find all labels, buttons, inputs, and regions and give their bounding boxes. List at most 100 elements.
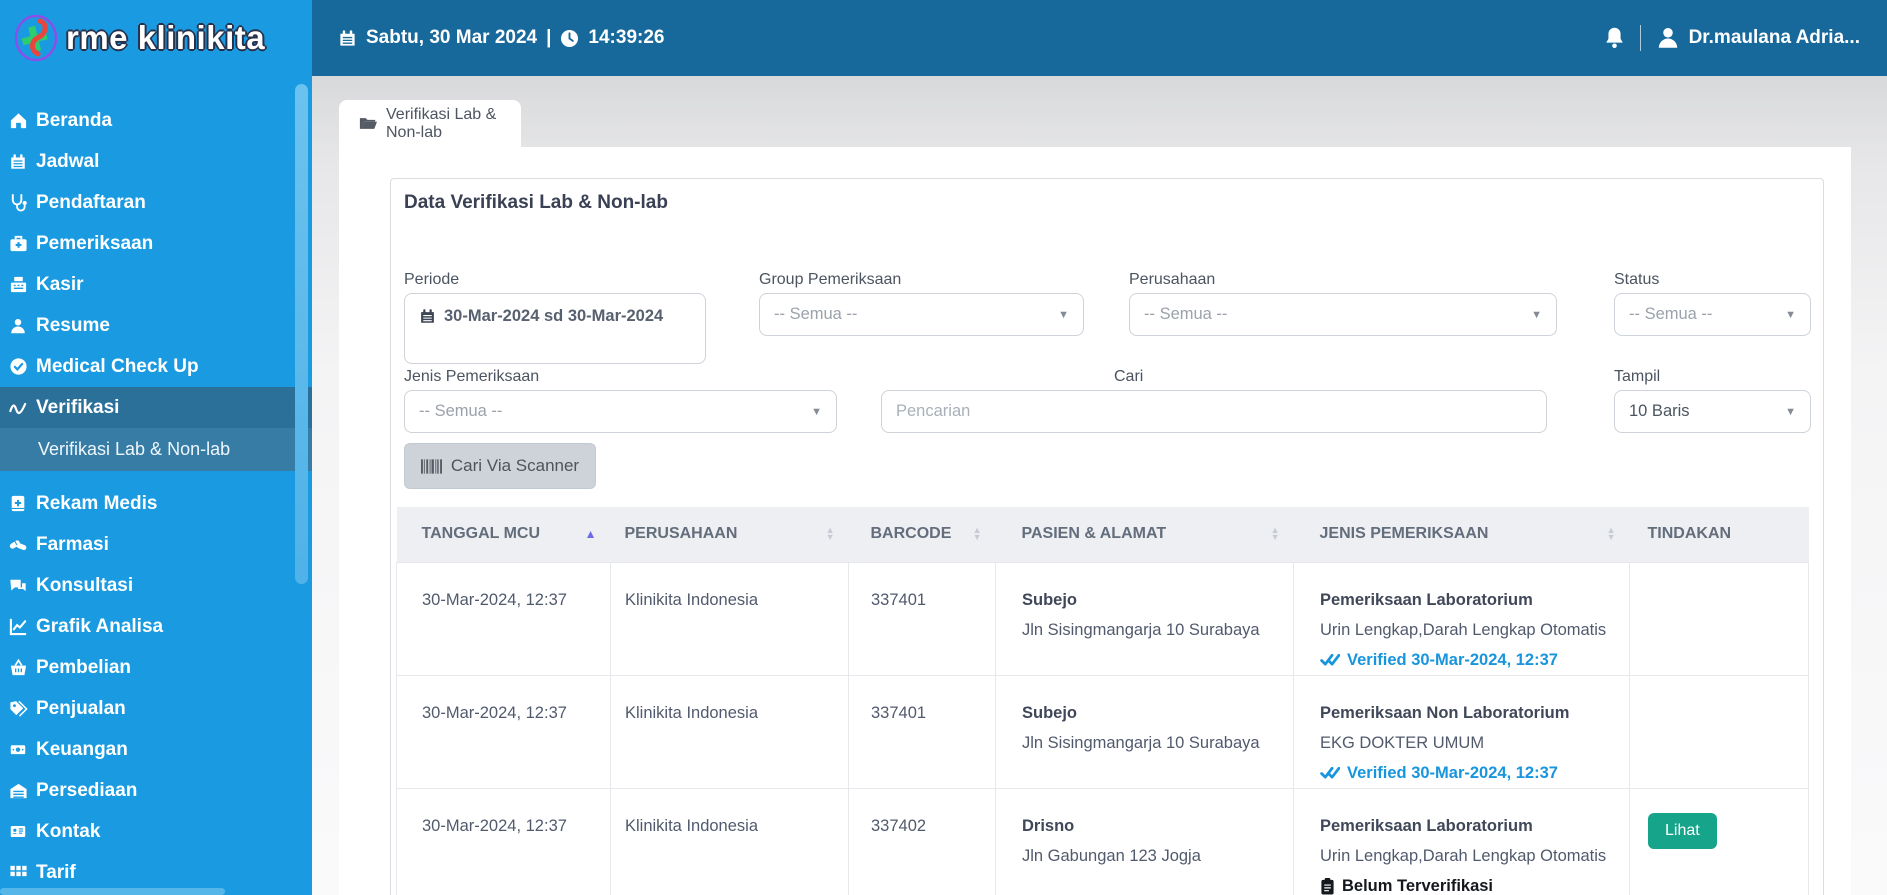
clock-icon: [560, 29, 579, 48]
sidebar-item-keuangan[interactable]: Keuangan: [0, 729, 312, 770]
sidebar-item-verifikasi[interactable]: Verifikasi: [0, 387, 312, 428]
cell-tindakan: Lihat: [1629, 788, 1809, 895]
perusahaan-select[interactable]: -- Semua -- ▼: [1129, 293, 1557, 336]
double-check-icon: [1320, 653, 1340, 667]
chevron-down-icon: ▼: [811, 405, 822, 418]
status-label: Status: [1614, 271, 1660, 288]
person-icon: [8, 316, 28, 336]
sidebar-item-beranda[interactable]: Beranda: [0, 100, 312, 141]
tags-icon: [8, 699, 28, 719]
verification-card: Data Verifikasi Lab & Non-lab Periode Gr…: [390, 178, 1824, 895]
periode-label: Periode: [404, 271, 460, 288]
bell-icon[interactable]: [1603, 26, 1626, 50]
header-jenis-pemeriksaan[interactable]: JENIS PEMERIKSAAN ▲ ▼: [1293, 507, 1630, 562]
sidebar-item-konsultasi[interactable]: Konsultasi: [0, 565, 312, 606]
sidebar-item-resume[interactable]: Resume: [0, 305, 312, 346]
tampil-select[interactable]: 10 Baris ▼: [1614, 390, 1811, 433]
jenis-pemeriksaan-select[interactable]: -- Semua -- ▼: [404, 390, 837, 433]
sidebar-vertical-scrollbar[interactable]: [295, 84, 308, 584]
cell-barcode: 337402: [848, 788, 996, 895]
medical-bag-icon: [8, 234, 28, 254]
search-input[interactable]: [881, 390, 1547, 433]
pasien-name: Drisno: [1022, 816, 1075, 835]
sidebar-item-kontak[interactable]: Kontak: [0, 811, 312, 852]
jenis-pemeriksaan-label: Jenis Pemeriksaan: [404, 368, 540, 385]
app-window: rme klinikita Beranda Jadwal Pendaftaran…: [0, 0, 1887, 895]
user-icon: [1655, 25, 1681, 51]
medical-book-icon: [8, 494, 28, 514]
folder-open-icon: [359, 116, 377, 131]
lihat-button[interactable]: Lihat: [1648, 812, 1717, 849]
cari-via-scanner-button[interactable]: Cari Via Scanner: [404, 443, 596, 489]
pasien-name: Subejo: [1022, 590, 1078, 609]
sort-icons: ▲ ▼: [825, 525, 835, 543]
sidebar-item-pemeriksaan[interactable]: Pemeriksaan: [0, 223, 312, 264]
sidebar-subitem-verifikasi-lab-non-lab[interactable]: Verifikasi Lab & Non-lab: [0, 428, 312, 471]
topbar-datetime: Sabtu, 30 Mar 2024 | 14:39:26: [312, 27, 664, 49]
barcode-icon: [420, 458, 442, 474]
cell-pasien-alamat: Subejo Jln Sisingmangarja 10 Surabaya: [995, 561, 1294, 676]
check-circle-icon: [8, 357, 28, 377]
sidebar-item-jadwal[interactable]: Jadwal: [0, 141, 312, 182]
sidebar-item-penjualan[interactable]: Penjualan: [0, 688, 312, 729]
brand-name: rme klinikita: [66, 19, 266, 56]
contact-card-icon: [8, 822, 28, 842]
topbar-date: Sabtu, 30 Mar 2024: [366, 27, 538, 48]
status-badge: Verified 30-Mar-2024, 12:37: [1320, 645, 1629, 675]
status-badge: Verified 30-Mar-2024, 12:37: [1320, 758, 1629, 788]
sidebar-item-tarif[interactable]: Tarif: [0, 852, 312, 893]
header-barcode[interactable]: BARCODE ▲ ▼: [848, 507, 996, 562]
tab-verifikasi-lab-non-lab[interactable]: Verifikasi Lab & Non-lab: [339, 100, 521, 147]
header-tindakan: TINDAKAN: [1629, 507, 1809, 562]
jenis-detail: Urin Lengkap,Darah Lengkap Otomatis: [1320, 846, 1607, 865]
verification-table: TANGGAL MCU ▲ PERUSAHAAN ▲ ▼ BARCODE ▲ ▼ PASI…: [396, 507, 1809, 895]
pills-icon: [8, 535, 28, 555]
app-logo[interactable]: rme klinikita: [0, 0, 312, 76]
calendar-icon: [8, 152, 28, 172]
topbar-separator: |: [546, 27, 552, 48]
header-tanggal-mcu[interactable]: TANGGAL MCU ▲: [396, 507, 611, 562]
cell-barcode: 337401: [848, 675, 996, 789]
topbar-time: 14:39:26: [588, 27, 665, 48]
sidebar-item-grafik-analisa[interactable]: Grafik Analisa: [0, 606, 312, 647]
pasien-alamat: Jln Sisingmangarja 10 Surabaya: [1022, 733, 1260, 752]
group-pemeriksaan-label: Group Pemeriksaan: [759, 271, 902, 288]
warehouse-icon: [8, 781, 28, 801]
sidebar-horizontal-scrollbar[interactable]: [0, 888, 225, 895]
pasien-name: Subejo: [1022, 703, 1078, 722]
perusahaan-label: Perusahaan: [1129, 271, 1216, 288]
table-row: 30-Mar-2024, 12:37 Klinikita Indonesia 3…: [396, 788, 1809, 895]
sidebar-item-medical-check-up[interactable]: Medical Check Up: [0, 346, 312, 387]
cell-tindakan: [1629, 675, 1809, 789]
group-pemeriksaan-select[interactable]: -- Semua -- ▼: [759, 293, 1084, 336]
sidebar-item-farmasi[interactable]: Farmasi: [0, 524, 312, 565]
tab-label: Verifikasi Lab & Non-lab: [386, 105, 497, 141]
sidebar-item-persediaan[interactable]: Persediaan: [0, 770, 312, 811]
cell-tindakan: [1629, 561, 1809, 676]
pasien-alamat: Jln Sisingmangarja 10 Surabaya: [1022, 620, 1260, 639]
periode-daterange-picker[interactable]: 30-Mar-2024 sd 30-Mar-2024: [404, 293, 706, 364]
status-badge: Belum Terverifikasi: [1320, 871, 1629, 895]
table-row: 30-Mar-2024, 12:37 Klinikita Indonesia 3…: [396, 675, 1809, 789]
jenis-title: Pemeriksaan Non Laboratorium: [1320, 703, 1570, 722]
periode-value: 30-Mar-2024 sd 30-Mar-2024: [444, 307, 664, 325]
jenis-title: Pemeriksaan Laboratorium: [1320, 816, 1533, 835]
chevron-down-icon: ▼: [1785, 308, 1796, 321]
sort-icons: ▲ ▼: [1270, 525, 1280, 543]
cell-tanggal: 30-Mar-2024, 12:37: [396, 675, 611, 789]
home-icon: [8, 111, 28, 131]
sidebar-item-pembelian[interactable]: Pembelian: [0, 647, 312, 688]
status-select[interactable]: -- Semua -- ▼: [1614, 293, 1811, 336]
user-menu[interactable]: Dr.maulana Adria...: [1655, 25, 1860, 51]
header-pasien-alamat[interactable]: PASIEN & ALAMAT ▲ ▼: [995, 507, 1294, 562]
tampil-label: Tampil: [1614, 368, 1661, 385]
header-perusahaan[interactable]: PERUSAHAAN ▲ ▼: [610, 507, 849, 562]
pasien-alamat: Jln Gabungan 123 Jogja: [1022, 846, 1201, 865]
jenis-detail: EKG DOKTER UMUM: [1320, 733, 1485, 752]
double-check-icon: [1320, 766, 1340, 780]
sidebar-item-rekam-medis[interactable]: Rekam Medis: [0, 483, 312, 524]
sidebar-item-kasir[interactable]: Kasir: [0, 264, 312, 305]
sidebar-nav: Beranda Jadwal Pendaftaran Pemeriksaan K…: [0, 76, 312, 893]
sidebar-item-pendaftaran[interactable]: Pendaftaran: [0, 182, 312, 223]
wave-icon: [8, 398, 28, 418]
